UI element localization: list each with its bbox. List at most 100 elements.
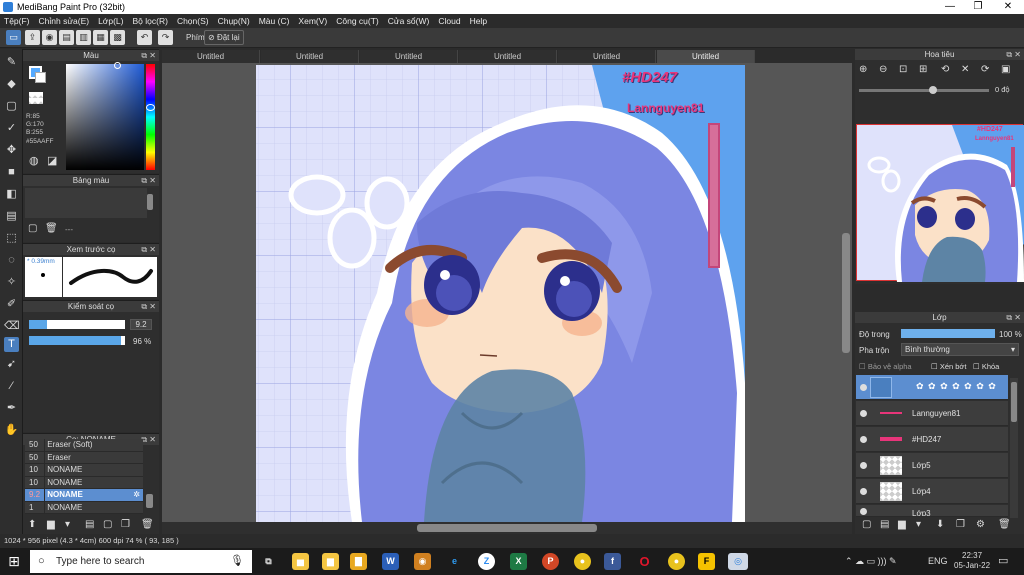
layer-row[interactable]: Lớp4 <box>856 479 1008 504</box>
minimize-icon[interactable]: — <box>936 0 964 14</box>
medibang-icon[interactable]: ◎ <box>728 553 748 570</box>
edge-icon[interactable]: e <box>446 553 463 570</box>
menu-window[interactable]: Cửa sổ(W) <box>388 16 430 26</box>
panel-controls-icon[interactable]: ⧉ ✕ <box>141 175 156 186</box>
zalo-icon[interactable]: Z <box>478 553 495 570</box>
layer-row-selected[interactable]: ✿ ✿ ✿ ✿ ✿ ✿ ✿ <box>856 375 1008 400</box>
operation-icon[interactable]: ➹ <box>4 357 19 372</box>
menu-help[interactable]: Help <box>470 16 487 26</box>
chrome-profile-icon[interactable]: ● <box>668 553 685 570</box>
select-eraser-icon[interactable]: ⌫ <box>4 319 20 334</box>
size-value[interactable]: 9.2 <box>130 319 152 330</box>
page-icon[interactable]: ▥ <box>76 30 91 45</box>
brush-item-selected[interactable]: 9.2 NONAME ✲ <box>25 489 143 502</box>
layer-row[interactable]: Lớp3 <box>856 505 1008 517</box>
canvas-area[interactable]: #HD247 Lannguyen81 <box>162 63 852 522</box>
eyedropper-icon[interactable]: ✒ <box>4 401 19 416</box>
undo-icon[interactable]: ↶ <box>137 30 152 45</box>
menu-cloud[interactable]: Cloud <box>438 16 460 26</box>
reset-button[interactable]: ⊘ Đặt lại <box>204 30 244 45</box>
tab-untitled-5[interactable]: Untitled <box>558 50 656 63</box>
visibility-icon[interactable] <box>860 508 867 515</box>
sub-color-swatch[interactable] <box>35 72 46 83</box>
menu-tools[interactable]: Công cụ(T) <box>336 16 379 26</box>
brush-list-scrollbar[interactable] <box>146 494 153 508</box>
select-icon[interactable]: ⬚ <box>4 231 19 246</box>
fill-rect-icon[interactable]: ■ <box>4 165 19 180</box>
new-palette-icon[interactable]: ▢ <box>28 223 37 234</box>
taskbar-search[interactable]: ○ Type here to search 🎙 <box>30 550 252 573</box>
select-pen-icon[interactable]: ✐ <box>4 297 19 312</box>
saturation-value-picker[interactable] <box>66 62 144 170</box>
task-view-icon[interactable]: ⧉ <box>260 553 277 570</box>
menu-filter[interactable]: Bộ lọc(R) <box>133 16 168 26</box>
canvas-vertical-scrollbar[interactable] <box>842 233 850 353</box>
lasso-icon[interactable]: ◌ <box>4 253 19 268</box>
notification-icon[interactable]: ▭ <box>998 554 1008 567</box>
layer-row[interactable]: #HD247 <box>856 427 1008 452</box>
brush-item[interactable]: 50 Eraser <box>25 451 143 464</box>
grid-icon[interactable]: ▩ <box>110 30 125 45</box>
rotation-slider[interactable] <box>859 86 989 94</box>
new-layer-icon[interactable]: ▢ <box>862 519 871 530</box>
tab-untitled-1[interactable]: Untitled <box>162 50 260 63</box>
brush-icon[interactable]: ✎ <box>4 55 19 70</box>
zoom-in-icon[interactable]: ⊕ <box>859 64 867 75</box>
maximize-icon[interactable]: ❐ <box>964 0 992 14</box>
menu-layer[interactable]: Lớp(L) <box>98 16 123 26</box>
panel-controls-icon[interactable]: ⧉ ✕ <box>1006 49 1021 60</box>
new-layer-doc-icon[interactable]: ▤ <box>880 519 889 530</box>
explorer-icon[interactable]: ▅ <box>292 553 309 570</box>
app-icon[interactable]: ◉ <box>414 553 431 570</box>
delete-palette-icon[interactable]: 🗑 <box>45 223 58 234</box>
layer-opacity-slider[interactable] <box>901 329 995 338</box>
panel-controls-icon[interactable]: ⧉ ✕ <box>141 244 156 255</box>
move-icon[interactable]: ✥ <box>4 143 19 158</box>
tab-untitled-6[interactable]: Untitled <box>657 50 755 63</box>
dot-tool-icon[interactable]: ▢ <box>4 99 19 114</box>
canvas-hscroll-thumb[interactable] <box>417 524 597 532</box>
windows-start-icon[interactable]: ⊞ <box>6 553 22 569</box>
excel-icon[interactable]: X <box>510 553 527 570</box>
chat-icon[interactable]: ▤ <box>59 30 74 45</box>
color-swatch-icon[interactable]: ◪ <box>47 154 57 167</box>
brush-doc-icon[interactable]: ▤ <box>85 519 94 530</box>
chrome-icon[interactable]: ● <box>574 553 591 570</box>
menu-view[interactable]: Xem(V) <box>298 16 327 26</box>
menu-color[interactable]: Màu (C) <box>259 16 290 26</box>
menu-snap[interactable]: Chụp(N) <box>218 16 250 26</box>
merge-down-icon[interactable]: ⬇ <box>936 519 944 530</box>
navigator-preview[interactable]: #HD247 Lannguyen81 <box>856 124 1024 282</box>
divide-icon[interactable]: ⁄ <box>4 379 19 394</box>
actual-size-icon[interactable]: ⊞ <box>919 64 927 75</box>
panel-controls-icon[interactable]: ⧉ ✕ <box>141 434 156 445</box>
redo-icon[interactable]: ↷ <box>158 30 173 45</box>
brush-item[interactable]: 10 NONAME <box>25 476 143 489</box>
panel-controls-icon[interactable]: ⧉ ✕ <box>141 50 156 61</box>
brush-settings-icon[interactable]: ✲ <box>133 489 140 502</box>
visibility-icon[interactable] <box>860 488 867 495</box>
layer-folder-icon[interactable]: ▆ <box>898 519 906 530</box>
palette-area[interactable] <box>25 188 147 218</box>
layer-settings-icon[interactable]: ⚙ <box>976 519 985 530</box>
layer-scrollbar[interactable] <box>1010 378 1018 518</box>
add-brush-icon[interactable]: ⬆ <box>28 519 36 530</box>
flip-icon[interactable]: ✕ <box>961 64 969 75</box>
delete-brush-icon[interactable]: 🗑 <box>141 519 154 530</box>
size-slider[interactable] <box>29 320 125 329</box>
rotation-slider-thumb[interactable] <box>929 86 937 94</box>
opacity-slider[interactable] <box>29 336 125 345</box>
brush-copy-icon[interactable]: ▢ <box>103 519 112 530</box>
visibility-icon[interactable] <box>860 410 867 417</box>
microphone-icon[interactable]: 🎙 <box>230 550 244 573</box>
eraser-icon[interactable]: ◆ <box>4 77 19 92</box>
zoom-out-icon[interactable]: ⊖ <box>879 64 887 75</box>
visibility-icon[interactable] <box>860 436 867 443</box>
tab-untitled-2[interactable]: Untitled <box>261 50 359 63</box>
reset-view-icon[interactable]: ▣ <box>1001 64 1010 75</box>
rotate-right-icon[interactable]: ⟳ <box>981 64 989 75</box>
hue-slider[interactable] <box>146 64 155 170</box>
brush-menu-icon[interactable]: ▾ <box>65 519 70 530</box>
layer-row[interactable]: Lannguyen81 <box>856 401 1008 426</box>
powerpoint-icon[interactable]: P <box>542 553 559 570</box>
